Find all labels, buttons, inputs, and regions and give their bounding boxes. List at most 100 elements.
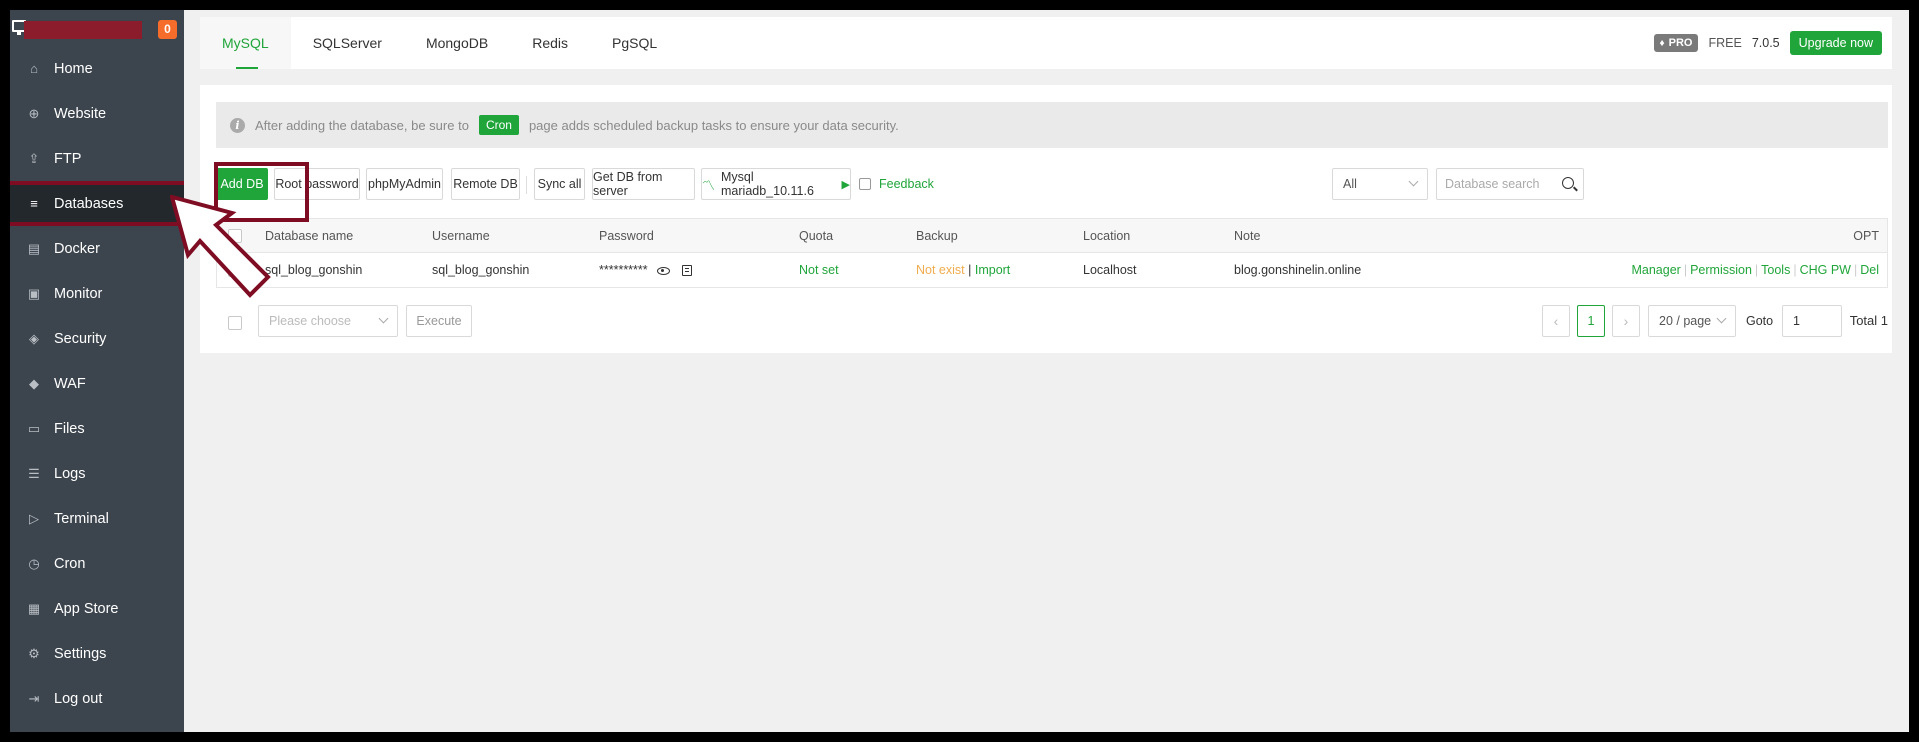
sidebar-item-label: Home <box>54 60 93 77</box>
play-icon: ▶ <box>841 178 850 191</box>
search-icon[interactable] <box>1562 177 1574 189</box>
sidebar-item-label: Docker <box>54 240 100 257</box>
cron-link[interactable]: Cron <box>478 115 519 135</box>
sidebar-item-waf[interactable]: ◆ WAF <box>10 361 184 406</box>
sidebar-item-monitor[interactable]: ▣ Monitor <box>10 271 184 316</box>
goto-label: Goto <box>1746 314 1774 328</box>
sidebar-item-security[interactable]: ◈ Security <box>10 316 184 361</box>
sidebar-item-cron[interactable]: ◷ Cron <box>10 541 184 586</box>
root-password-button[interactable]: Root password <box>274 168 360 200</box>
header-password: Password <box>599 229 654 243</box>
table-footer: Please choose Execute ‹ 1 › 20 / page Go… <box>216 305 1888 339</box>
ops-separator: | <box>1754 263 1759 277</box>
chevron-down-icon <box>1408 176 1419 187</box>
sidebar-item-logs[interactable]: ☰ Logs <box>10 451 184 496</box>
sidebar-nav: ⌂ Home ⊕ Website ⇪ FTP ≡ Databases ▤ Docker ▣ Monit… <box>10 46 184 721</box>
sidebar-item-log-out[interactable]: ⇥ Log out <box>10 676 184 721</box>
batch-action-placeholder: Please choose <box>269 314 352 328</box>
permission-link[interactable]: Permission <box>1690 263 1752 277</box>
sidebar-item-label: WAF <box>54 375 86 392</box>
change-password-link[interactable]: CHG PW <box>1800 263 1851 277</box>
prev-page-button[interactable]: ‹ <box>1542 305 1570 337</box>
chevron-down-icon <box>378 313 389 324</box>
pro-badge[interactable]: ♦ PRO <box>1653 34 1699 52</box>
sidebar-header: 0 <box>10 10 184 46</box>
remote-db-button[interactable]: Remote DB <box>451 168 520 200</box>
upgrade-button[interactable]: Upgrade now <box>1789 31 1882 55</box>
tab-mysql[interactable]: MySQL <box>200 17 291 69</box>
header-opt: OPT <box>1853 229 1879 243</box>
cell-quota[interactable]: Not set <box>799 253 839 287</box>
free-label: FREE <box>1708 36 1742 50</box>
sync-all-button[interactable]: Sync all <box>534 168 585 200</box>
apps-icon: ▦ <box>27 600 41 616</box>
sidebar-item-settings[interactable]: ⚙ Settings <box>10 631 184 676</box>
sidebar-item-label: Databases <box>54 195 124 212</box>
header-username: Username <box>432 229 490 243</box>
copy-password-icon[interactable] <box>681 265 692 277</box>
sidebar-item-label: Terminal <box>54 510 109 527</box>
feedback-label: Feedback <box>879 177 934 191</box>
phpmyadmin-button[interactable]: phpMyAdmin <box>366 168 443 200</box>
mysql-dolphin-icon: 〽 <box>702 177 716 193</box>
database-search-input[interactable]: Database search <box>1436 168 1584 200</box>
backup-status-link[interactable]: Not exist <box>916 263 965 277</box>
sidebar-item-app-store[interactable]: ▦ App Store <box>10 586 184 631</box>
sidebar-item-home[interactable]: ⌂ Home <box>10 46 184 91</box>
tab-redis[interactable]: Redis <box>510 17 590 69</box>
show-password-icon[interactable] <box>657 266 671 275</box>
get-db-from-server-button[interactable]: Get DB from server <box>592 168 695 200</box>
ops-separator: | <box>1683 263 1688 277</box>
shield-icon: ◈ <box>29 330 39 346</box>
logout-icon: ⇥ <box>28 690 40 706</box>
waf-icon: ◆ <box>29 375 39 391</box>
database-type-tabs-bar: MySQL SQLServer MongoDB Redis PgSQL ♦ PRO FRE… <box>200 17 1892 69</box>
page-size-select[interactable]: 20 / page <box>1648 305 1736 337</box>
toolbar-divider <box>526 176 527 194</box>
version-label: 7.0.5 <box>1751 36 1780 50</box>
ftp-icon: ⇪ <box>28 150 40 166</box>
sidebar-item-label: Settings <box>54 645 107 662</box>
sidebar-item-website[interactable]: ⊕ Website <box>10 91 184 136</box>
feedback-link[interactable]: Feedback <box>859 168 934 200</box>
sidebar-item-terminal[interactable]: ▷ Terminal <box>10 496 184 541</box>
current-page[interactable]: 1 <box>1577 305 1605 337</box>
docker-icon: ▤ <box>27 240 41 256</box>
tab-pgsql[interactable]: PgSQL <box>590 17 679 69</box>
chevron-left-icon: ‹ <box>1553 313 1559 329</box>
header-quota: Quota <box>799 229 834 243</box>
cell-note[interactable]: blog.gonshinelin.online <box>1234 253 1361 287</box>
sidebar-item-databases[interactable]: ≡ Databases <box>10 181 184 226</box>
filter-select[interactable]: All <box>1332 168 1428 200</box>
execute-button[interactable]: Execute <box>406 305 472 337</box>
diamond-icon: ♦ <box>1659 37 1665 49</box>
next-page-button[interactable]: › <box>1612 305 1640 337</box>
total-count: Total 1 <box>1849 313 1888 328</box>
notice-text-after: page adds scheduled backup tasks to ensu… <box>528 117 899 133</box>
sidebar-item-label: Website <box>54 105 107 122</box>
info-icon: i <box>230 117 245 133</box>
sidebar-item-docker[interactable]: ▤ Docker <box>10 226 184 271</box>
delete-link[interactable]: Del <box>1860 263 1879 277</box>
goto-page-input[interactable]: 1 <box>1782 305 1842 337</box>
tab-sqlserver[interactable]: SQLServer <box>291 17 404 69</box>
search-placeholder: Database search <box>1445 177 1540 191</box>
sidebar-item-label: Monitor <box>54 285 103 302</box>
sidebar-item-files[interactable]: ▭ Files <box>10 406 184 451</box>
database-table: Database name Username Password Quota Ba… <box>216 218 1888 288</box>
ops-separator: | <box>1853 263 1858 277</box>
annotation-arrow <box>170 195 271 298</box>
notification-badge[interactable]: 0 <box>158 20 177 39</box>
gear-icon: ⚙ <box>28 645 40 661</box>
server-address-redacted[interactable] <box>24 21 142 39</box>
tab-mongodb[interactable]: MongoDB <box>404 17 510 69</box>
sidebar-item-ftp[interactable]: ⇪ FTP <box>10 136 184 181</box>
backup-import-link[interactable]: Import <box>975 263 1010 277</box>
cell-operations: Manager | Permission | Tools | CHG PW | Del <box>1631 253 1879 287</box>
mysql-version-button[interactable]: 〽 Mysql mariadb_10.11.6 ▶ <box>701 168 851 200</box>
sidebar-item-label: Security <box>54 330 107 347</box>
table-row: sql_blog_gonshin sql_blog_gonshin ******… <box>217 253 1887 287</box>
manager-link[interactable]: Manager <box>1631 263 1680 277</box>
tools-link[interactable]: Tools <box>1761 263 1790 277</box>
chevron-down-icon <box>1716 313 1727 324</box>
